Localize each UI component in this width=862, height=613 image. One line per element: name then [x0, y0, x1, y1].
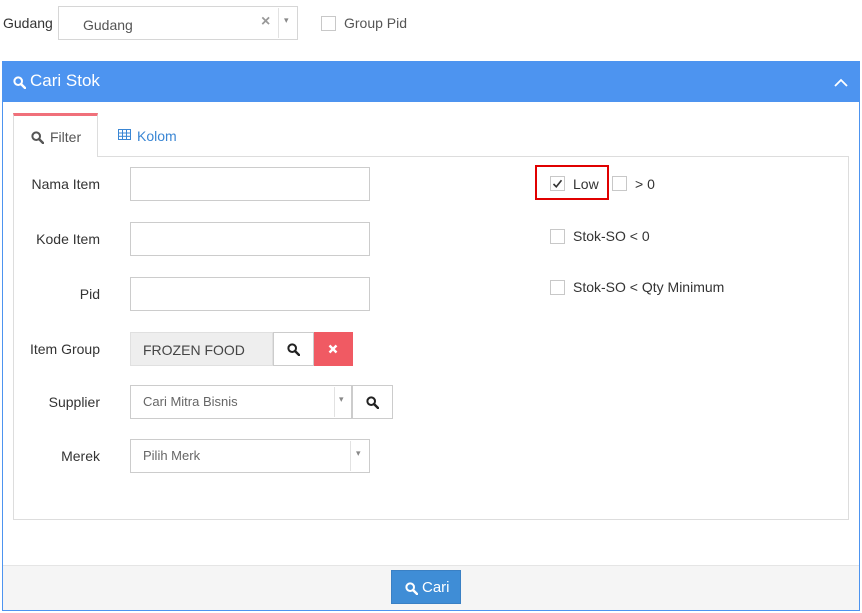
gt-zero-label: > 0	[635, 176, 655, 192]
low-checkbox[interactable]	[550, 176, 565, 191]
cari-button[interactable]: Cari	[391, 570, 461, 604]
panel-header[interactable]: Cari Stok	[3, 62, 859, 102]
chevron-down-icon[interactable]: ▾	[284, 15, 289, 26]
gudang-label: Gudang	[3, 15, 53, 31]
collapse-icon[interactable]	[833, 76, 849, 88]
filter-tab-content	[13, 156, 849, 520]
cari-button-label: Cari	[422, 579, 450, 596]
panel-title: Cari Stok	[30, 71, 100, 90]
select-divider	[278, 8, 279, 38]
group-pid-label: Group Pid	[344, 15, 408, 31]
checkmark-icon	[552, 179, 563, 189]
search-icon	[405, 582, 418, 595]
search-icon	[13, 76, 26, 89]
stok-so-lt-zero-label: Stok-SO < 0	[573, 228, 650, 244]
stok-so-lt-zero-checkbox[interactable]	[550, 229, 565, 244]
table-icon	[118, 129, 131, 140]
group-pid-checkbox[interactable]	[321, 16, 336, 31]
gt-zero-checkbox[interactable]	[612, 176, 627, 191]
tab-kolom[interactable]: Kolom	[104, 113, 194, 157]
low-label: Low	[573, 176, 599, 192]
clear-icon[interactable]: ×	[261, 13, 270, 31]
tab-filter[interactable]: Filter	[13, 113, 98, 157]
search-icon	[31, 131, 44, 144]
gudang-select-value: Gudang	[83, 17, 133, 33]
tab-filter-label: Filter	[50, 129, 82, 145]
tab-kolom-label: Kolom	[137, 128, 177, 144]
stok-so-lt-qty-min-checkbox[interactable]	[550, 280, 565, 295]
stok-so-lt-qty-min-label: Stok-SO < Qty Minimum	[573, 279, 725, 295]
gudang-select[interactable]: Gudang × ▾	[58, 6, 298, 40]
